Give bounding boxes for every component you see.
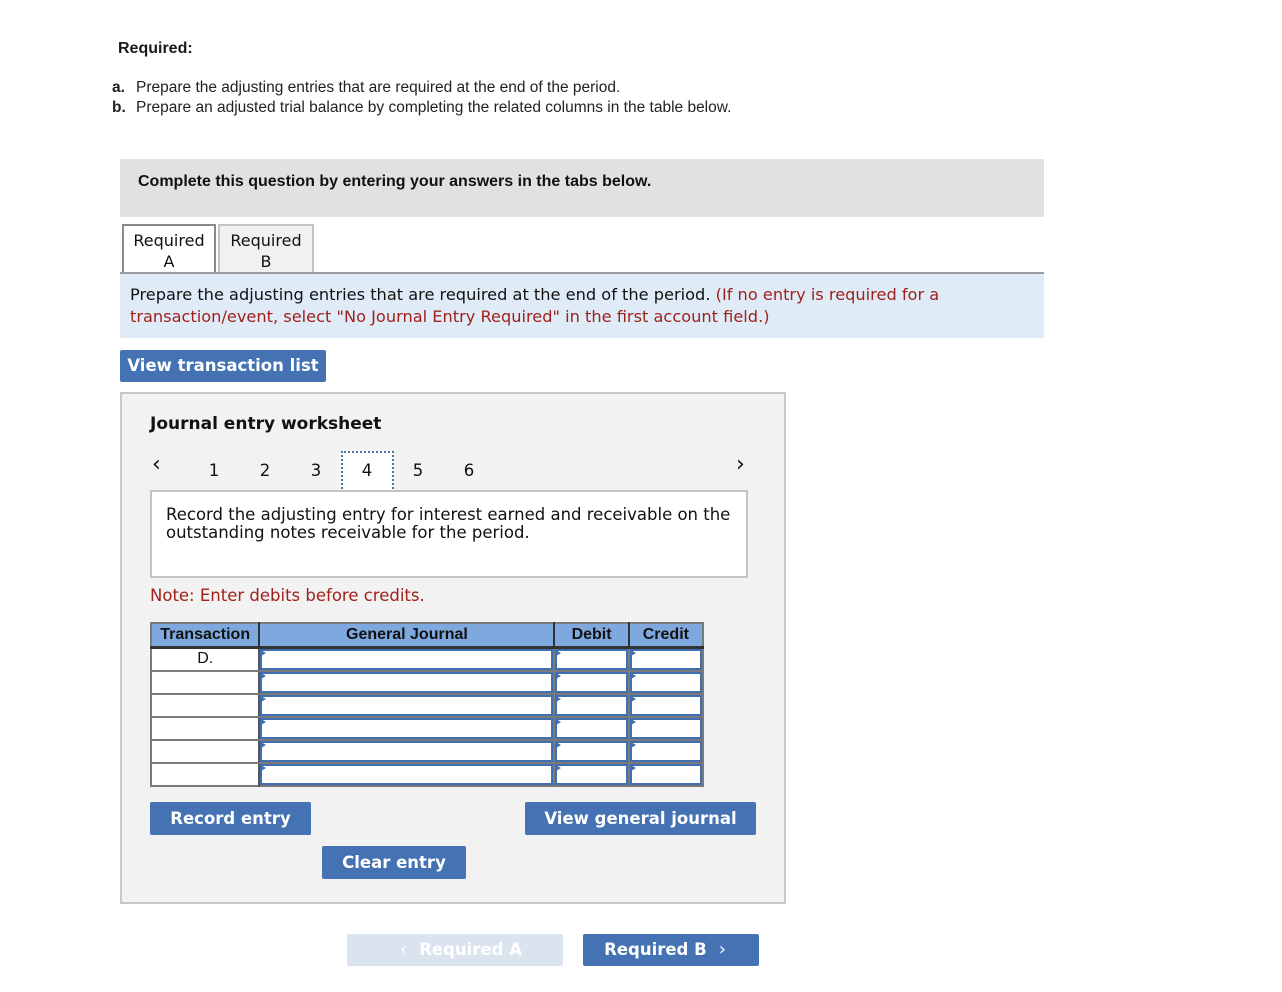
table-row: D. — [151, 647, 703, 672]
tab-instruction: Prepare the adjusting entries that are r… — [120, 274, 1044, 338]
transaction-cell — [151, 693, 261, 718]
debit-input[interactable] — [555, 763, 628, 785]
view-general-journal-button[interactable]: View general journal — [525, 802, 756, 835]
tab-label-line2: B — [260, 252, 272, 271]
page-1[interactable]: 1 — [204, 461, 224, 480]
credit-input[interactable] — [629, 694, 702, 716]
page-3[interactable]: 3 — [306, 461, 326, 480]
chevron-right-icon[interactable]: › — [736, 452, 745, 477]
transaction-cell — [151, 739, 261, 764]
worksheet-title: Journal entry worksheet — [150, 414, 382, 434]
item-letter: b. — [112, 99, 126, 116]
page-5[interactable]: 5 — [408, 461, 428, 480]
tab-label-line1: Required — [230, 231, 302, 250]
credit-input[interactable] — [629, 671, 702, 693]
table-header-row: Transaction General Journal Debit Credit — [151, 623, 703, 649]
table-row — [151, 670, 703, 695]
debit-input[interactable] — [555, 671, 628, 693]
debit-input[interactable] — [555, 648, 628, 670]
transaction-cell — [151, 716, 261, 741]
journal-table: Transaction General Journal Debit Credit… — [150, 622, 704, 787]
required-heading: Required: — [118, 40, 193, 57]
table-row — [151, 716, 703, 741]
debit-input[interactable] — [555, 717, 628, 739]
credit-input[interactable] — [629, 740, 702, 762]
account-input[interactable] — [260, 648, 554, 670]
view-transaction-list-button[interactable]: View transaction list — [120, 350, 326, 382]
entry-description: Record the adjusting entry for interest … — [150, 490, 748, 578]
page-2[interactable]: 2 — [255, 461, 275, 480]
transaction-cell — [151, 670, 261, 695]
journal-entry-worksheet: Journal entry worksheet ‹ 1 2 3 4 5 6 › … — [120, 392, 786, 904]
account-input[interactable] — [260, 717, 554, 739]
item-text: Prepare an adjusted trial balance by com… — [136, 99, 732, 116]
credit-input[interactable] — [629, 648, 702, 670]
page-6[interactable]: 6 — [459, 461, 479, 480]
item-letter: a. — [112, 79, 125, 96]
next-label: Required B — [604, 940, 707, 959]
account-input[interactable] — [260, 694, 554, 716]
clear-entry-button[interactable]: Clear entry — [322, 846, 466, 879]
account-input[interactable] — [260, 671, 554, 693]
tab-label-line1: Required — [133, 231, 205, 250]
tab-label-line2: A — [163, 252, 175, 271]
account-input[interactable] — [260, 740, 554, 762]
required-item-b: b. Prepare an adjusted trial balance by c… — [112, 98, 731, 118]
banner-text: Complete this question by entering your … — [138, 173, 652, 190]
tab-required-b[interactable]: Required B — [218, 224, 314, 273]
table-row — [151, 693, 703, 718]
transaction-cell: D. — [151, 647, 261, 672]
credit-input[interactable] — [629, 717, 702, 739]
header-general-journal: General Journal — [259, 623, 556, 649]
worksheet-pager: ‹ 1 2 3 4 5 6 › — [122, 449, 784, 495]
header-debit: Debit — [554, 623, 630, 649]
header-transaction: Transaction — [151, 623, 261, 649]
chevron-right-icon: › — [718, 939, 726, 960]
debit-input[interactable] — [555, 740, 628, 762]
debit-input[interactable] — [555, 694, 628, 716]
tab-required-a[interactable]: Required A — [122, 224, 216, 273]
required-item-a: a. Prepare the adjusting entries that are… — [112, 78, 731, 98]
table-row — [151, 762, 703, 786]
chevron-left-icon: ‹ — [400, 939, 408, 960]
header-credit: Credit — [628, 623, 703, 649]
instruction-text: Prepare the adjusting entries that are r… — [130, 285, 711, 304]
record-entry-button[interactable]: Record entry — [150, 802, 311, 835]
instructions-banner: Complete this question by entering your … — [120, 159, 1044, 217]
prev-label: Required A — [419, 940, 522, 959]
credit-input[interactable] — [629, 763, 702, 785]
table-row — [151, 739, 703, 764]
required-list: a. Prepare the adjusting entries that are… — [112, 78, 731, 118]
transaction-cell — [151, 762, 261, 786]
account-input[interactable] — [260, 763, 554, 785]
page-4[interactable]: 4 — [357, 461, 377, 480]
debit-credit-note: Note: Enter debits before credits. — [150, 586, 425, 605]
item-text: Prepare the adjusting entries that are r… — [136, 79, 621, 96]
chevron-left-icon[interactable]: ‹ — [152, 452, 161, 477]
prev-required-a-button[interactable]: ‹ Required A — [347, 934, 563, 966]
next-required-b-button[interactable]: Required B › — [583, 934, 759, 966]
